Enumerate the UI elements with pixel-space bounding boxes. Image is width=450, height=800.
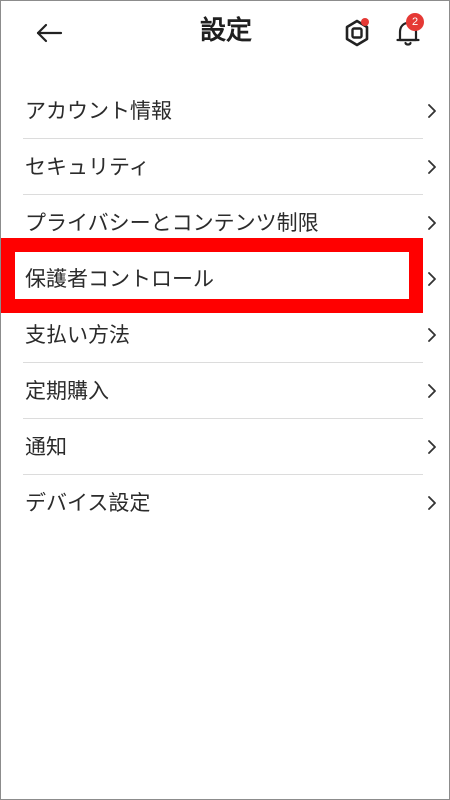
notification-badge: 2 bbox=[406, 13, 424, 31]
settings-list: アカウント情報 セキュリティ プライバシーとコンテンツ制限 保護者コントロール … bbox=[1, 83, 450, 531]
page-title: 設定 bbox=[199, 16, 252, 46]
settings-item-security[interactable]: セキュリティ bbox=[1, 139, 450, 195]
chevron-right-icon bbox=[428, 104, 436, 118]
settings-item-payment-methods[interactable]: 支払い方法 bbox=[1, 307, 450, 363]
chevron-right-icon bbox=[428, 272, 436, 286]
settings-item-privacy-restrictions[interactable]: プライバシーとコンテンツ制限 bbox=[1, 195, 450, 251]
settings-item-device-settings[interactable]: デバイス設定 bbox=[1, 475, 450, 531]
chevron-right-icon bbox=[428, 160, 436, 174]
settings-item-notifications[interactable]: 通知 bbox=[1, 419, 450, 475]
settings-item-label: 通知 bbox=[25, 435, 67, 459]
top-bar: 設定 2 bbox=[1, 1, 450, 65]
settings-item-account-info[interactable]: アカウント情報 bbox=[1, 83, 450, 139]
chevron-right-icon bbox=[428, 440, 436, 454]
settings-item-label: デバイス設定 bbox=[25, 491, 151, 515]
settings-item-label: セキュリティ bbox=[25, 155, 150, 179]
notifications-button[interactable]: 2 bbox=[389, 13, 429, 53]
settings-item-subscriptions[interactable]: 定期購入 bbox=[1, 363, 450, 419]
settings-item-label: プライバシーとコンテンツ制限 bbox=[25, 211, 319, 235]
settings-item-parental-controls[interactable]: 保護者コントロール bbox=[1, 251, 450, 307]
settings-item-label: 保護者コントロール bbox=[25, 267, 214, 291]
hexagon-nut-icon bbox=[345, 19, 369, 47]
settings-item-label: 定期購入 bbox=[25, 379, 109, 403]
settings-item-label: アカウント情報 bbox=[25, 99, 172, 123]
device-button[interactable] bbox=[339, 15, 375, 51]
app-screen: 設定 2 アカウント情報 セキュリティ プライバシーとコンテンツ制限 保護者コン… bbox=[0, 0, 450, 800]
chevron-right-icon bbox=[428, 496, 436, 510]
chevron-right-icon bbox=[428, 216, 436, 230]
settings-item-label: 支払い方法 bbox=[25, 323, 130, 347]
chevron-right-icon bbox=[428, 328, 436, 342]
new-indicator-dot bbox=[361, 18, 369, 26]
chevron-right-icon bbox=[428, 384, 436, 398]
